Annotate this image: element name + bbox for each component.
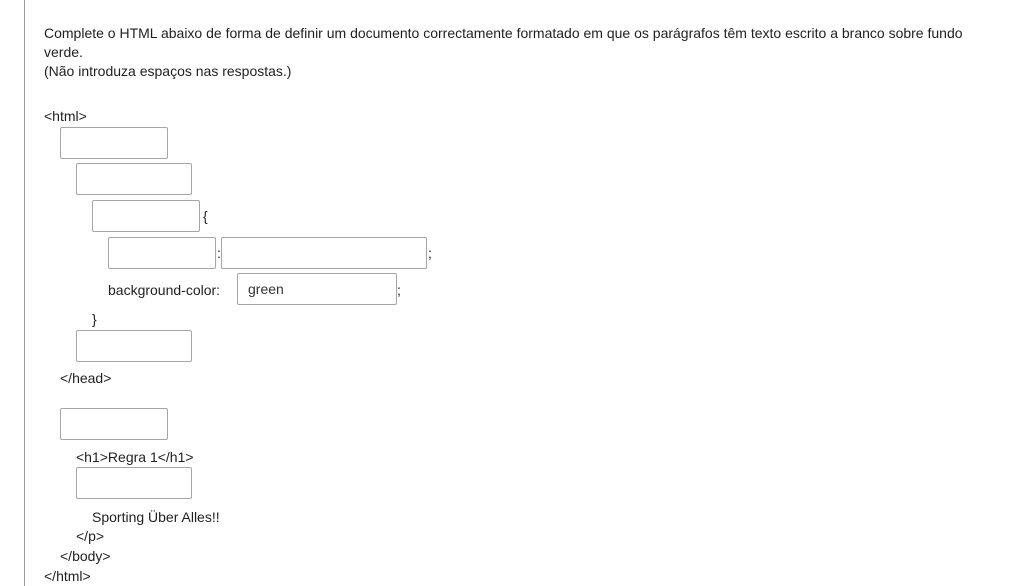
answer-field-4[interactable] xyxy=(108,237,216,269)
question-note: (Não introduza espaços nas respostas.) xyxy=(44,63,292,79)
background-color-field[interactable] xyxy=(237,273,397,305)
question-text: Complete o HTML abaixo de forma de defin… xyxy=(44,24,994,81)
semicolon-1: ; xyxy=(428,245,432,261)
answer-field-7[interactable] xyxy=(60,408,168,440)
answer-field-8[interactable] xyxy=(76,467,192,499)
background-color-label: background-color: xyxy=(108,282,221,298)
answer-field-6[interactable] xyxy=(76,330,192,362)
answer-field-5[interactable] xyxy=(221,237,427,269)
html-open-tag: <html> xyxy=(44,108,87,124)
question-instruction: Complete o HTML abaixo de forma de defin… xyxy=(44,25,963,60)
h1-line: <h1>Regra 1</h1> xyxy=(76,449,194,465)
paragraph-text: Sporting Über Alles!! xyxy=(92,509,220,525)
p-close-tag: </p> xyxy=(76,528,105,544)
answer-field-3[interactable] xyxy=(92,200,200,232)
body-close-tag: </body> xyxy=(60,548,111,564)
close-brace: } xyxy=(92,311,97,327)
answer-field-2[interactable] xyxy=(76,163,192,195)
html-close-tag: </html> xyxy=(44,568,91,584)
semicolon-2: ; xyxy=(397,282,401,298)
answer-field-1[interactable] xyxy=(60,127,168,159)
open-brace: { xyxy=(203,208,208,224)
head-close-tag: </head> xyxy=(60,370,112,386)
